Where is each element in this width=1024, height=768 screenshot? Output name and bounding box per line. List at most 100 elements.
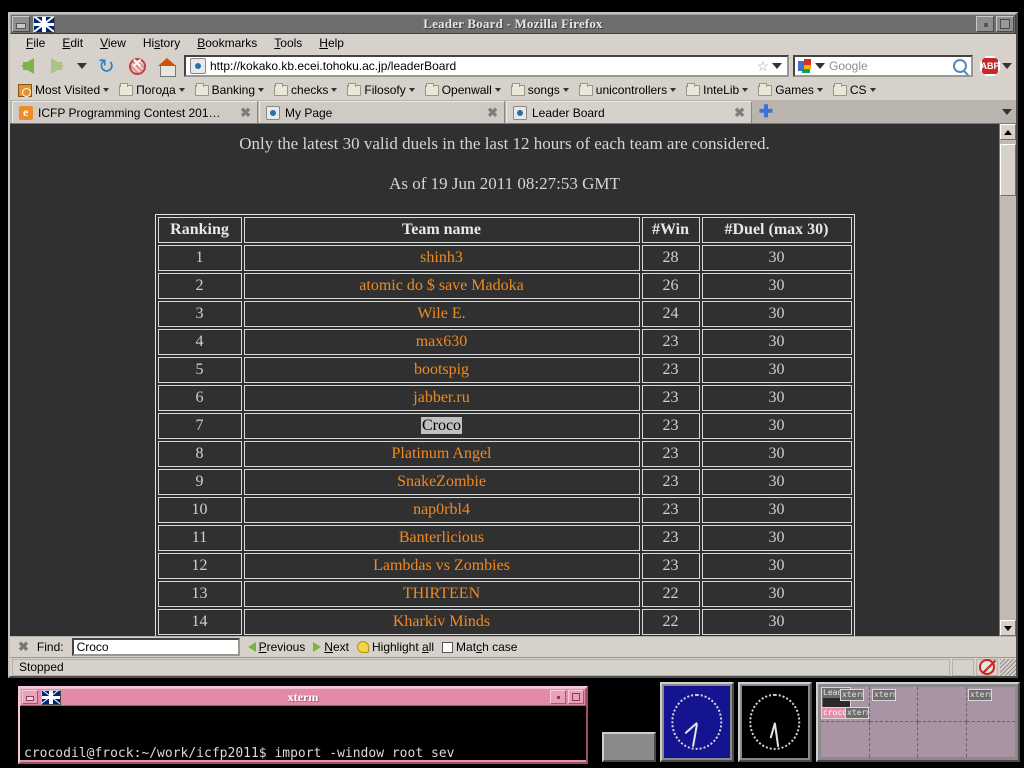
shade-button[interactable]: [976, 16, 994, 32]
history-dropdown-button[interactable]: [74, 54, 90, 78]
bookmark-unicontrollers[interactable]: unicontrollers: [575, 82, 680, 98]
pager-desktop-3[interactable]: [918, 687, 967, 722]
bookmark-filosofy[interactable]: Filosofy: [343, 82, 418, 98]
xterm-titlebar[interactable]: xterm: [20, 688, 586, 706]
noscript-button[interactable]: [976, 658, 998, 676]
search-engine-dropdown-icon[interactable]: [815, 63, 825, 70]
iconify-button[interactable]: [12, 16, 30, 32]
reload-button[interactable]: [94, 54, 120, 78]
bookmark-openwall[interactable]: Openwall: [421, 82, 505, 98]
url-bar[interactable]: http://kokako.kb.ecei.tohoku.ac.jp/leade…: [184, 55, 789, 78]
menu-bookmarks[interactable]: Bookmarks: [189, 35, 266, 51]
scrollbar-thumb[interactable]: [1000, 144, 1016, 197]
cell-team: THIRTEEN: [243, 581, 640, 608]
pager-desktop-8[interactable]: [967, 722, 1016, 757]
tab-leader-board[interactable]: Leader Board ✖: [506, 101, 752, 124]
menu-file[interactable]: File: [18, 35, 54, 51]
bookmark-intelib[interactable]: InteLib: [682, 82, 752, 98]
highlight-all-button[interactable]: Highlight all: [356, 640, 434, 654]
pager-window-xterm-pink[interactable]: croco@: [821, 707, 848, 719]
tab-close-button[interactable]: ✖: [734, 105, 745, 121]
column-header-ranking: Ranking: [157, 217, 242, 244]
analog-clock-blue[interactable]: [660, 682, 734, 762]
menu-edit[interactable]: Edit: [54, 35, 92, 51]
stop-icon: [128, 55, 146, 75]
cell-duel: 30: [701, 273, 852, 300]
bookmark-pogoda[interactable]: Погода: [115, 82, 189, 98]
xterm-maximize-button[interactable]: [568, 690, 584, 704]
panel-button-slot[interactable]: [602, 732, 656, 762]
xterm-iconify-button[interactable]: [22, 690, 38, 704]
bookmark-checks[interactable]: checks: [270, 82, 341, 98]
most-visited-icon: [18, 83, 32, 97]
pager-desktop-6[interactable]: [870, 722, 918, 757]
find-close-button[interactable]: ✖: [18, 639, 29, 655]
cell-team: Banterlicious: [243, 525, 640, 552]
cell-win: 23: [641, 497, 700, 524]
find-next-label: Next: [324, 640, 349, 655]
table-row: 14 Kharkiv Minds 22 30: [157, 609, 852, 636]
bookmark-most-visited[interactable]: Most Visited: [14, 82, 113, 98]
maximize-button[interactable]: [996, 16, 1014, 32]
home-button[interactable]: [154, 54, 180, 78]
match-case-checkbox[interactable]: Match case: [442, 640, 517, 654]
stop-button[interactable]: [124, 54, 150, 78]
xterm-shade-button[interactable]: [550, 690, 566, 704]
urlbar-dropdown-icon[interactable]: [772, 63, 782, 70]
folder-icon: [832, 82, 847, 96]
pager-desktop-7[interactable]: [918, 722, 967, 757]
tab-label: ICFP Programming Contest 201…: [38, 105, 221, 120]
tab-list-button[interactable]: [998, 101, 1016, 123]
magnifier-icon[interactable]: [953, 59, 967, 74]
bookmark-cs[interactable]: CS: [829, 82, 880, 98]
tab-icfp-programming-contest[interactable]: ICFP Programming Contest 201… ✖: [12, 101, 258, 124]
menu-help[interactable]: Help: [311, 35, 353, 51]
uk-flag-icon[interactable]: [41, 689, 61, 705]
cell-win: 23: [641, 553, 700, 580]
menu-tools[interactable]: Tools: [266, 35, 311, 51]
pager-window-xterm-3[interactable]: xterm: [872, 689, 896, 701]
tab-close-button[interactable]: ✖: [487, 105, 498, 121]
firefox-titlebar[interactable]: Leader Board - Mozilla Firefox: [10, 14, 1016, 34]
new-tab-button[interactable]: ✚: [753, 101, 779, 123]
tab-my-page[interactable]: My Page ✖: [259, 101, 505, 124]
search-bar[interactable]: Google: [793, 55, 973, 78]
xterm-screen[interactable]: crocodil@frock:~/work/icfp2011$ import -…: [20, 706, 586, 761]
scrollbar-track[interactable]: [1000, 140, 1016, 621]
chevron-down-icon: [408, 88, 415, 93]
pager-desktop-5[interactable]: [821, 722, 870, 757]
search-input[interactable]: Google: [825, 59, 953, 73]
folder-icon: [686, 82, 701, 96]
pager-desktops: Leader xterm croco@ xterm xterm xterm: [821, 687, 1015, 757]
resize-grip-icon[interactable]: [1000, 658, 1016, 676]
bookmark-banking[interactable]: Banking: [191, 82, 268, 98]
cell-rank: 10: [157, 497, 242, 524]
cell-win: 24: [641, 301, 700, 328]
adblock-plus-button[interactable]: ABP: [980, 56, 1000, 77]
forward-button[interactable]: [44, 54, 70, 78]
cell-team: bootspig: [243, 357, 640, 384]
tab-close-button[interactable]: ✖: [240, 105, 251, 121]
star-icon[interactable]: ☆: [756, 58, 769, 75]
analog-clock-black[interactable]: [738, 682, 812, 762]
back-button[interactable]: [14, 54, 40, 78]
url-text[interactable]: http://kokako.kb.ecei.tohoku.ac.jp/leade…: [210, 59, 753, 73]
find-previous-button[interactable]: Previous: [247, 640, 305, 654]
uk-flag-icon[interactable]: [33, 15, 55, 33]
find-input[interactable]: Croco: [71, 638, 240, 657]
menu-history[interactable]: History: [135, 35, 189, 51]
cell-duel: 30: [701, 357, 852, 384]
find-next-button[interactable]: Next: [313, 640, 349, 654]
adblock-dropdown-icon[interactable]: [1002, 63, 1012, 70]
vertical-scrollbar[interactable]: [999, 124, 1016, 637]
scroll-up-button[interactable]: [1000, 124, 1016, 141]
pager-window-xterm-4[interactable]: xterm: [968, 689, 992, 701]
pager-window-xterm-1[interactable]: xterm: [840, 689, 864, 701]
scroll-down-button[interactable]: [1000, 620, 1016, 637]
bookmark-songs[interactable]: songs: [507, 82, 573, 98]
menu-view[interactable]: View: [92, 35, 135, 51]
pager-window-xterm-2[interactable]: xterm: [845, 707, 869, 719]
bookmark-games[interactable]: Games: [754, 82, 827, 98]
desktop-pager[interactable]: Leader xterm croco@ xterm xterm xterm: [816, 682, 1020, 762]
checkbox-icon[interactable]: [442, 641, 454, 653]
